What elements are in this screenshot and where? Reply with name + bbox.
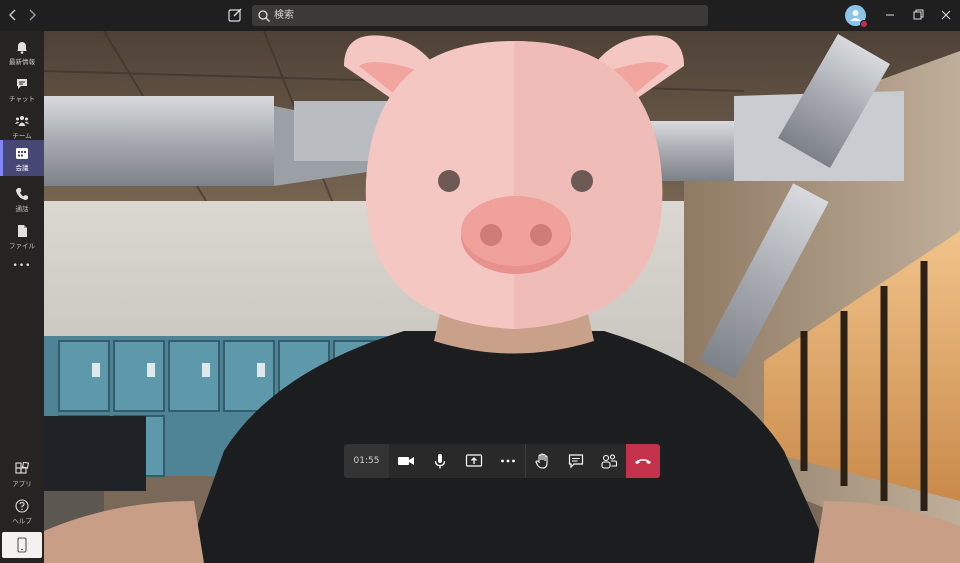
- search-icon: [257, 8, 271, 22]
- rail-item-help[interactable]: ヘルプ: [0, 493, 44, 529]
- more-actions-button[interactable]: [491, 444, 525, 478]
- raise-hand-button[interactable]: [525, 444, 559, 478]
- rail-item-meetings[interactable]: 会議: [0, 140, 44, 176]
- file-icon: [15, 223, 29, 237]
- call-controls: 01:55: [344, 444, 660, 478]
- app-bar: 最新情報 チャット チーム 会議 通話 ファイル ••• アプリ ヘルプ: [0, 31, 44, 563]
- compose-icon[interactable]: [226, 6, 244, 24]
- mobile-download-button[interactable]: [2, 532, 42, 558]
- rail-item-calls[interactable]: 通話: [0, 181, 44, 217]
- microphone-icon: [434, 454, 446, 469]
- calendar-icon: [15, 145, 29, 159]
- title-bar: 検索: [0, 0, 960, 31]
- restore-icon[interactable]: [908, 5, 928, 25]
- share-screen-icon: [465, 454, 483, 467]
- rail-item-activity[interactable]: 最新情報: [0, 34, 44, 70]
- rail-item-files[interactable]: ファイル: [0, 218, 44, 254]
- rail-item-apps[interactable]: アプリ: [0, 456, 44, 492]
- rail-item-label: チャット: [9, 95, 35, 103]
- search-placeholder: 検索: [274, 10, 294, 21]
- close-icon[interactable]: [936, 5, 956, 25]
- rail-item-label: アプリ: [12, 480, 32, 488]
- participants-icon: [601, 454, 618, 469]
- more-icon: [501, 459, 515, 463]
- phone-icon: [15, 186, 29, 200]
- rail-more-button[interactable]: •••: [0, 255, 44, 281]
- teams-window: 検索 最新情報 チャット チーム 会議 通話 ファイル ••• アプリ ヘルプ …: [0, 0, 960, 563]
- rail-item-label: 通話: [15, 205, 29, 213]
- chat-button[interactable]: [559, 444, 593, 478]
- microphone-button[interactable]: [423, 444, 457, 478]
- rail-item-teams[interactable]: チーム: [0, 108, 44, 144]
- rail-item-label: チーム: [12, 132, 32, 140]
- camera-icon: [398, 457, 414, 465]
- search-input[interactable]: 検索: [252, 5, 708, 26]
- rail-item-label: 最新情報: [9, 58, 35, 66]
- avatar[interactable]: [845, 5, 868, 28]
- camera-button[interactable]: [389, 444, 423, 478]
- teams-icon: [15, 113, 29, 127]
- rail-item-label: ヘルプ: [12, 517, 32, 525]
- hang-up-button[interactable]: [626, 444, 660, 478]
- chat-icon: [568, 454, 584, 469]
- call-timer: 01:55: [344, 444, 389, 478]
- rail-item-chat[interactable]: チャット: [0, 71, 44, 107]
- video-feed: [44, 31, 960, 563]
- minimize-icon[interactable]: [880, 5, 900, 25]
- share-screen-button[interactable]: [457, 444, 491, 478]
- rail-item-label: 会議: [15, 164, 29, 172]
- chat-icon: [15, 76, 29, 90]
- back-arrow-icon[interactable]: [4, 6, 22, 24]
- participants-button[interactable]: [592, 444, 626, 478]
- raise-hand-icon: [535, 453, 548, 469]
- presence-busy-icon: [860, 20, 868, 28]
- video-stage: 01:55: [44, 31, 960, 563]
- help-icon: [15, 498, 29, 513]
- bell-icon: [15, 39, 29, 54]
- more-icon: •••: [12, 261, 32, 271]
- forward-arrow-icon[interactable]: [23, 6, 41, 24]
- hang-up-icon: [635, 459, 651, 464]
- rail-item-label: ファイル: [9, 242, 35, 250]
- apps-icon: [15, 461, 30, 475]
- mobile-icon: [16, 537, 28, 557]
